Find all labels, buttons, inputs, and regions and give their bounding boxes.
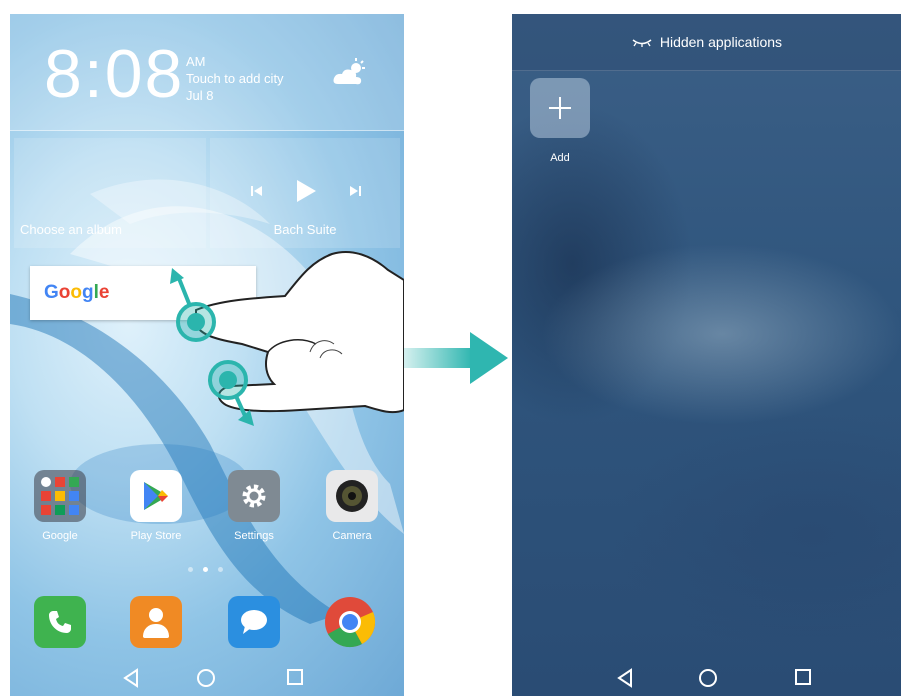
page-dot — [218, 567, 223, 572]
chrome-icon[interactable] — [324, 596, 376, 648]
next-track-icon[interactable] — [348, 184, 362, 198]
recents-icon[interactable] — [794, 668, 812, 686]
app-play-store[interactable]: Play Store — [116, 470, 196, 542]
recents-icon[interactable] — [286, 668, 304, 686]
app-label: Play Store — [130, 530, 182, 542]
transition-arrow-icon — [404, 332, 508, 384]
back-icon[interactable] — [616, 668, 634, 688]
app-settings[interactable]: Settings — [214, 470, 294, 542]
clock-weather-widget[interactable]: 8:08 AM Touch to add city Jul 8 — [10, 14, 404, 131]
plus-icon — [549, 97, 571, 119]
play-store-icon — [130, 470, 182, 522]
clock-date: Jul 8 — [186, 88, 214, 103]
home-icon[interactable] — [698, 668, 718, 688]
add-label: Add — [550, 152, 570, 164]
closed-eye-icon — [632, 39, 652, 48]
touch-point-top-icon — [170, 268, 216, 342]
play-icon[interactable] — [294, 178, 318, 204]
add-hidden-app-button[interactable] — [530, 78, 590, 138]
settings-gear-icon — [228, 470, 280, 522]
app-camera[interactable]: Camera — [312, 470, 392, 542]
messages-icon[interactable] — [228, 596, 280, 648]
app-label: Camera — [332, 530, 372, 542]
music-title: Bach Suite — [273, 222, 337, 237]
camera-icon — [326, 470, 378, 522]
clock-time: 8:08 — [44, 36, 185, 112]
previous-track-icon[interactable] — [250, 184, 264, 198]
google-folder-icon — [34, 470, 86, 522]
music-widget: Bach Suite — [210, 138, 400, 248]
hidden-applications-screen: Hidden applications Add — [512, 14, 901, 696]
hidden-apps-title: Hidden applications — [659, 34, 783, 50]
touch-point-bottom-icon — [208, 360, 254, 426]
page-dot — [188, 567, 193, 572]
home-icon[interactable] — [196, 668, 216, 688]
hidden-apps-header: Hidden applications — [512, 14, 901, 71]
back-icon[interactable] — [122, 668, 140, 688]
album-widget[interactable]: Choose an album — [14, 138, 206, 248]
phone-icon[interactable] — [34, 596, 86, 648]
navigation-bar — [10, 660, 404, 696]
app-label: Google — [42, 530, 78, 542]
clock-ampm: AM — [186, 54, 206, 69]
add-city-link[interactable]: Touch to add city — [186, 71, 284, 86]
app-google-folder[interactable]: Google — [20, 470, 100, 542]
home-screen: 8:08 AM Touch to add city Jul 8 Choose a… — [10, 14, 404, 696]
page-indicator — [188, 567, 228, 573]
page-dot-active — [203, 567, 208, 572]
album-label: Choose an album — [20, 222, 122, 237]
partly-sunny-icon — [333, 58, 365, 85]
contacts-icon[interactable] — [130, 596, 182, 648]
navigation-bar — [512, 660, 901, 696]
google-logo: Google — [44, 282, 110, 303]
app-label: Settings — [234, 530, 274, 542]
